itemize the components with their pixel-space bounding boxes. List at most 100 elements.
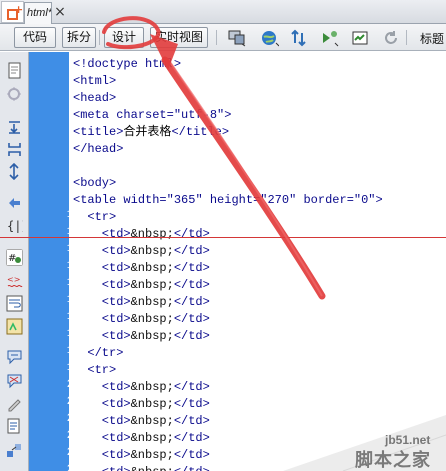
code-token: <td> (73, 227, 131, 241)
code-line[interactable]: <td>&nbsp;</td> (73, 277, 210, 294)
watermark-brand: 脚本之家 (355, 450, 431, 471)
word-wrap-icon[interactable] (6, 295, 23, 312)
visual-aids-icon[interactable] (352, 29, 370, 47)
code-token: "0" (353, 193, 376, 207)
remove-comment-icon[interactable] (6, 372, 23, 389)
code-line[interactable]: <td>&nbsp;</td> (73, 226, 210, 243)
code-token: &nbsp; (130, 261, 174, 275)
svg-text:{|}: {|} (7, 219, 23, 233)
code-token: <meta (73, 108, 117, 122)
code-token: <td> (73, 244, 131, 258)
code-view-button[interactable]: 代码 (14, 27, 56, 48)
code-line[interactable]: <td>&nbsp;</td> (73, 464, 210, 471)
line-numbers-icon[interactable]: # (6, 249, 23, 266)
refresh-icon[interactable] (382, 29, 400, 47)
line-number-gutter: 1234567891011121314151617181920212223242… (29, 52, 80, 471)
wrap-tag-icon[interactable] (6, 395, 23, 412)
code-line[interactable]: <html> (73, 73, 116, 90)
highlight-invalid-code-icon[interactable]: <> (6, 273, 23, 290)
code-line[interactable]: <td>&nbsp;</td> (73, 294, 210, 311)
split-view-button[interactable]: 拆分 (62, 27, 96, 48)
svg-text:#: # (8, 253, 16, 264)
code-token: &nbsp; (130, 431, 174, 445)
code-token: <td> (73, 295, 131, 309)
code-token: &nbsp; (130, 312, 174, 326)
view-toolbar: 代码 拆分 设计 实时视图 (0, 24, 446, 51)
code-token: border= (296, 193, 354, 207)
code-line[interactable]: <tr> (73, 209, 116, 226)
preview-browser-icon[interactable] (261, 29, 279, 47)
code-token: &nbsp; (130, 329, 174, 343)
code-token: &nbsp; (130, 380, 174, 394)
code-token: </title> (171, 125, 230, 139)
code-line[interactable]: <title>合并表格</title> (73, 124, 229, 141)
code-line[interactable]: <meta charset="utf-8"> (73, 107, 231, 124)
code-token: <tr> (73, 210, 117, 224)
code-line[interactable]: </tr> (73, 345, 123, 362)
code-token: <tr> (73, 363, 117, 377)
code-line[interactable]: <!doctype html> (73, 56, 181, 73)
apply-comment-icon[interactable] (6, 348, 23, 365)
code-token: height= (202, 193, 261, 207)
insertion-line (0, 237, 446, 238)
syntax-coloring-icon[interactable] (6, 318, 23, 335)
code-line[interactable]: <td>&nbsp;</td> (73, 379, 210, 396)
toolbar-divider (99, 30, 100, 45)
balance-braces-icon[interactable]: {|} (6, 217, 23, 234)
recent-snippets-icon[interactable] (6, 418, 23, 435)
code-token: <td> (73, 312, 131, 326)
code-token: </td> (173, 431, 210, 445)
code-token: charset= (116, 108, 174, 122)
code-token: </td> (173, 380, 210, 394)
debug-icon[interactable] (321, 29, 339, 47)
code-token: </td> (173, 312, 210, 326)
code-line[interactable]: <td>&nbsp;</td> (73, 311, 210, 328)
code-token: > (224, 108, 232, 122)
show-code-navigator-icon[interactable] (6, 86, 23, 103)
expand-all-icon[interactable] (6, 163, 23, 180)
code-token: <head> (73, 91, 117, 105)
move-css-icon[interactable] (6, 442, 23, 459)
tab-close-icon[interactable]: × (52, 4, 68, 20)
code-line[interactable]: <head> (73, 90, 116, 107)
code-token: <td> (73, 278, 131, 292)
file-transfer-icon[interactable] (290, 29, 308, 47)
code-token: </tr> (73, 346, 124, 360)
code-line[interactable]: <tr> (73, 362, 116, 379)
code-line[interactable]: <td>&nbsp;</td> (73, 413, 210, 430)
code-line[interactable]: <body> (73, 175, 116, 192)
code-token: &nbsp; (130, 295, 174, 309)
code-token: <td> (73, 431, 131, 445)
code-line[interactable]: <td>&nbsp;</td> (73, 260, 210, 277)
select-parent-tag-icon[interactable] (6, 195, 23, 212)
code-line[interactable]: <td>&nbsp;</td> (73, 396, 210, 413)
code-token: &nbsp; (130, 448, 174, 462)
multiscreen-icon[interactable] (228, 29, 246, 47)
code-token: &nbsp; (130, 227, 174, 241)
code-token: <body> (73, 176, 117, 190)
code-token: &nbsp; (130, 414, 174, 428)
code-token: <td> (73, 261, 131, 275)
code-line[interactable]: <td>&nbsp;</td> (73, 328, 210, 345)
code-token: 合并表格 (123, 125, 172, 139)
code-token: width= (123, 193, 167, 207)
code-line[interactable]: </head> (73, 141, 123, 158)
live-view-button[interactable]: 实时视图 (150, 27, 208, 48)
code-line[interactable]: <table width="365" height="270" border="… (73, 192, 383, 209)
code-line[interactable]: <td>&nbsp;</td> (73, 243, 210, 260)
code-token: </td> (173, 448, 210, 462)
code-token: </td> (173, 397, 210, 411)
code-token: &nbsp; (131, 465, 174, 471)
open-documents-icon[interactable] (6, 62, 23, 79)
code-line[interactable]: <td>&nbsp;</td> (73, 430, 210, 447)
document-tab[interactable]: html* (24, 2, 52, 24)
collapse-selection-icon[interactable] (6, 141, 23, 158)
app-logo-icon: + (1, 1, 24, 23)
code-token: </td> (173, 295, 210, 309)
watermark-url: jb51.net (385, 433, 431, 447)
code-token: <!doctype html> (73, 57, 182, 71)
toolbar-divider (406, 30, 407, 45)
code-line[interactable]: <td>&nbsp;</td> (73, 447, 210, 464)
design-view-button[interactable]: 设计 (104, 27, 144, 48)
collapse-full-tag-icon[interactable] (6, 119, 23, 136)
